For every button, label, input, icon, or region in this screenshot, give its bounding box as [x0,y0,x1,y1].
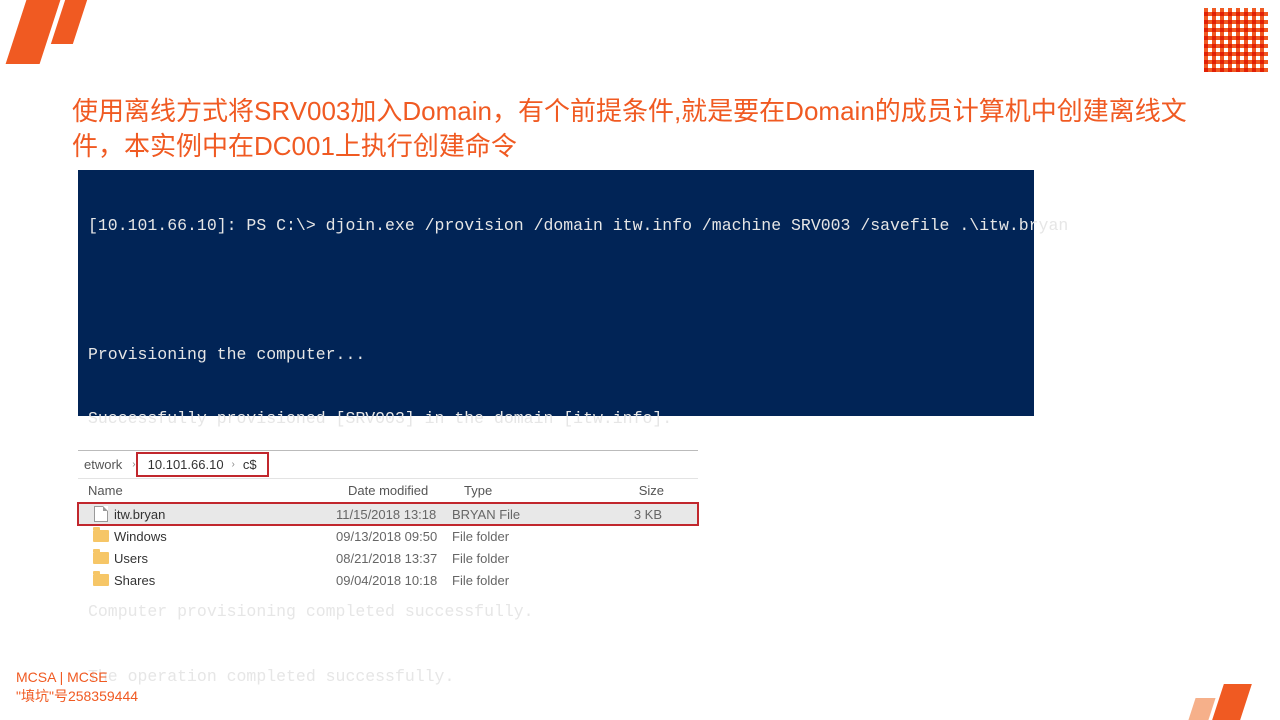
terminal-line [88,275,1024,307]
deco-shape [1188,698,1215,720]
folder-row[interactable]: Windows09/13/2018 09:50File folder [78,525,698,547]
file-explorer: etwork › 10.101.66.10 › c$ Name Date mod… [78,450,698,591]
address-bar[interactable]: etwork › 10.101.66.10 › c$ [78,451,698,479]
file-date: 09/04/2018 10:18 [336,573,452,588]
folder-icon [93,552,109,564]
file-type: File folder [452,551,570,566]
file-name: Shares [114,573,336,588]
column-header-row: Name Date modified Type Size [78,479,698,503]
address-prefix: etwork [84,457,122,472]
file-icon [94,506,108,522]
deco-shape [1212,684,1252,720]
column-header-size[interactable]: Size [572,479,678,502]
terminal-line: [10.101.66.10]: PS C:\> djoin.exe /provi… [88,210,1024,242]
file-name: itw.bryan [114,507,336,522]
file-date: 11/15/2018 13:18 [336,507,452,522]
folder-icon [93,530,109,542]
file-type: BRYAN File [452,507,570,522]
address-segment[interactable]: c$ [243,457,257,472]
file-size: 3 KB [570,507,676,522]
folder-row[interactable]: Shares09/04/2018 10:18File folder [78,569,698,591]
folder-icon [93,574,109,586]
slide: 使用离线方式将SRV003加入Domain，有个前提条件,就是要在Domain的… [0,0,1280,720]
column-header-name[interactable]: Name [78,479,338,502]
address-path-highlight: 10.101.66.10 › c$ [136,452,269,477]
terminal-line: Provisioning the computer... [88,339,1024,371]
file-list: itw.bryan11/15/2018 13:18BRYAN File3 KBW… [78,503,698,591]
powershell-terminal: [10.101.66.10]: PS C:\> djoin.exe /provi… [78,170,1034,416]
chevron-right-icon: › [232,459,235,470]
file-row[interactable]: itw.bryan11/15/2018 13:18BRYAN File3 KB [78,503,698,525]
file-name: Users [114,551,336,566]
terminal-line: The operation completed successfully. [88,661,1024,693]
footer: MCSA | MCSE "填坑"号258359444 [16,668,138,706]
footer-line: "填坑"号258359444 [16,687,138,706]
terminal-line: Computer provisioning completed successf… [88,596,1024,628]
file-date: 09/13/2018 09:50 [336,529,452,544]
footer-line: MCSA | MCSE [16,668,138,687]
terminal-line: Successfully provisioned [SRV003] in the… [88,403,1024,435]
column-header-type[interactable]: Type [454,479,572,502]
file-date: 08/21/2018 13:37 [336,551,452,566]
file-type: File folder [452,573,570,588]
file-type: File folder [452,529,570,544]
file-name: Windows [114,529,336,544]
qr-code [1202,6,1270,74]
folder-row[interactable]: Users08/21/2018 13:37File folder [78,547,698,569]
slide-title: 使用离线方式将SRV003加入Domain，有个前提条件,就是要在Domain的… [72,94,1192,164]
column-header-date[interactable]: Date modified [338,479,454,502]
address-segment[interactable]: 10.101.66.10 [148,457,224,472]
deco-shape [6,0,61,64]
